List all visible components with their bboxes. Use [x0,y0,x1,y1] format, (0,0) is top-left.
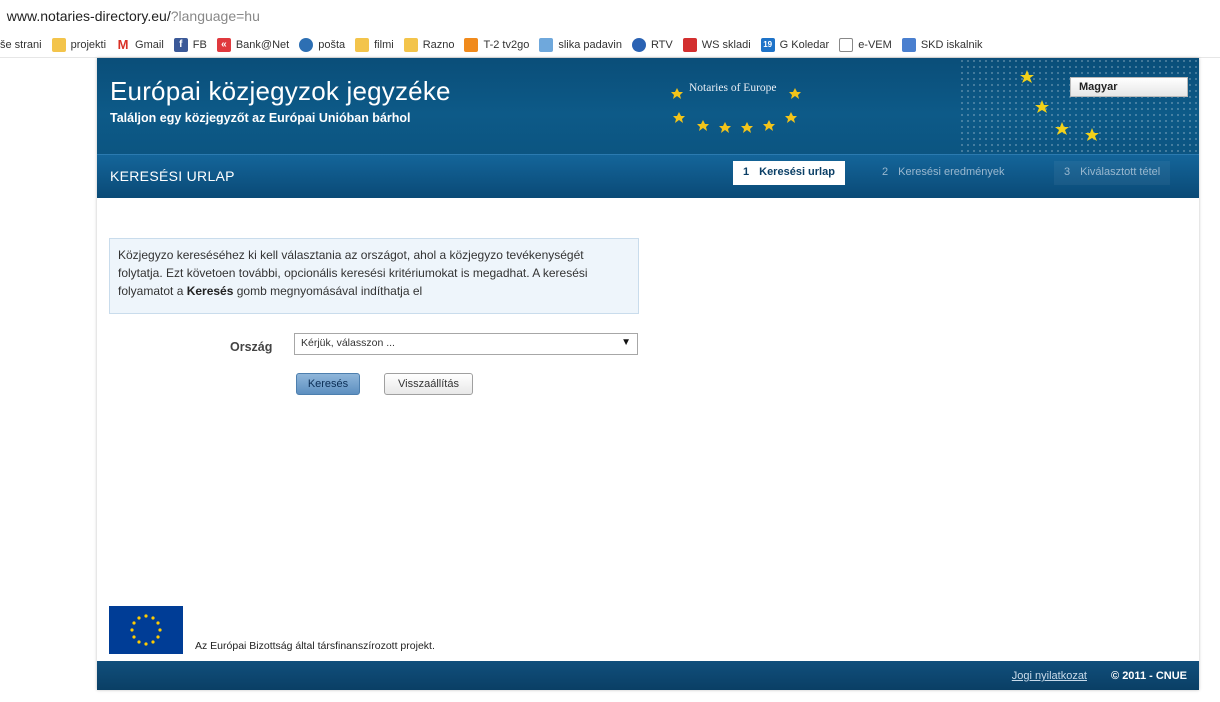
gmail-icon: M [117,36,129,52]
bookmark-item[interactable]: filmi [355,37,394,52]
site-subtitle: Találjon egy közjegyzőt az Európai Uniób… [110,111,411,125]
folder-icon [51,37,66,52]
info-text-bold: Keresés [186,284,234,298]
country-label: Ország [230,340,273,354]
bookmark-item[interactable]: «Bank@Net [216,37,289,52]
bank-icon: « [216,37,231,52]
bookmark-item[interactable]: Razno [403,37,454,52]
bookmark-item[interactable]: e-VEM [839,37,892,52]
reset-button[interactable]: Visszaállítás [384,373,473,395]
bookmark-item[interactable]: pošta [299,37,345,52]
search-page-icon [901,37,916,52]
funding-note: Az Európai Bizottság által társfinanszír… [195,640,435,652]
eu-flag-icon [109,606,183,654]
ws-icon [682,37,697,52]
step-selected-item[interactable]: 3 Kiválasztott tétel [1054,161,1171,185]
weather-icon [539,37,554,52]
bookmark-item[interactable]: T-2 tv2go [464,37,529,52]
bookmark-item[interactable]: 19 G Koledar [760,37,829,52]
facebook-icon: f [173,37,188,52]
bookmark-item[interactable]: slika padavin [539,37,622,52]
site-header: Európai közjegyzok jegyzéke Találjon egy… [97,58,1199,198]
folder-icon [403,37,418,52]
notaries-of-europe-logo: Notaries of Europe [667,78,807,140]
mail-icon [299,37,314,52]
calendar-icon: 19 [760,37,775,52]
site-title: Európai közjegyzok jegyzéke [110,76,451,106]
bookmark-item[interactable]: f FB [173,37,207,52]
info-text-2: gomb megnyomásával indíthatja el [233,284,423,298]
address-bar[interactable]: www.notaries-directory.eu/?language=hu [0,0,1220,32]
bookmark-item[interactable]: M Gmail [116,36,164,52]
bookmark-item[interactable]: še strani [0,39,42,51]
folder-icon [355,37,370,52]
rtv-icon [631,37,646,52]
bookmark-item[interactable]: WS skladi [682,37,751,52]
bookmark-item[interactable]: RTV [631,37,673,52]
copyright: © 2011 - CNUE [1111,670,1187,682]
bookmark-item[interactable]: SKD iskalnik [901,37,983,52]
site-container: Európai közjegyzok jegyzéke Találjon egy… [97,58,1199,690]
country-select-value: Kérjük, válasszon ... [301,337,395,349]
tv-icon [464,37,479,52]
dropdown-arrow-icon: ▼ [621,337,631,348]
url-query: ?language=hu [170,8,260,24]
bookmark-item[interactable]: projekti [51,37,106,52]
logo-text: Notaries of Europe [689,82,777,94]
site-footer: Jogi nyilatkozat © 2011 - CNUE [97,661,1199,690]
search-button[interactable]: Keresés [296,373,360,395]
page-title: KERESÉSI URLAP [110,168,235,184]
page-icon [839,37,854,52]
bookmarks-bar: še strani projekti M Gmail f FB «Bank@Net … [0,32,1220,58]
eu-stars-icon [130,614,162,646]
language-select[interactable]: Magyar [1070,77,1188,97]
nav-bar: KERESÉSI URLAP 1 Keresési urlap 2 Keresési… [97,154,1199,198]
legal-notice-link[interactable]: Jogi nyilatkozat [1012,670,1087,682]
step-search-results[interactable]: 2 Keresési eredmények [872,161,1015,185]
step-search-form[interactable]: 1 Keresési urlap [733,161,845,185]
url-host: www.notaries-directory.eu/ [4,8,171,24]
country-select[interactable]: Kérjük, válasszon ... ▼ [294,333,638,355]
info-box: Közjegyzo kereséséhez ki kell választani… [109,238,639,314]
